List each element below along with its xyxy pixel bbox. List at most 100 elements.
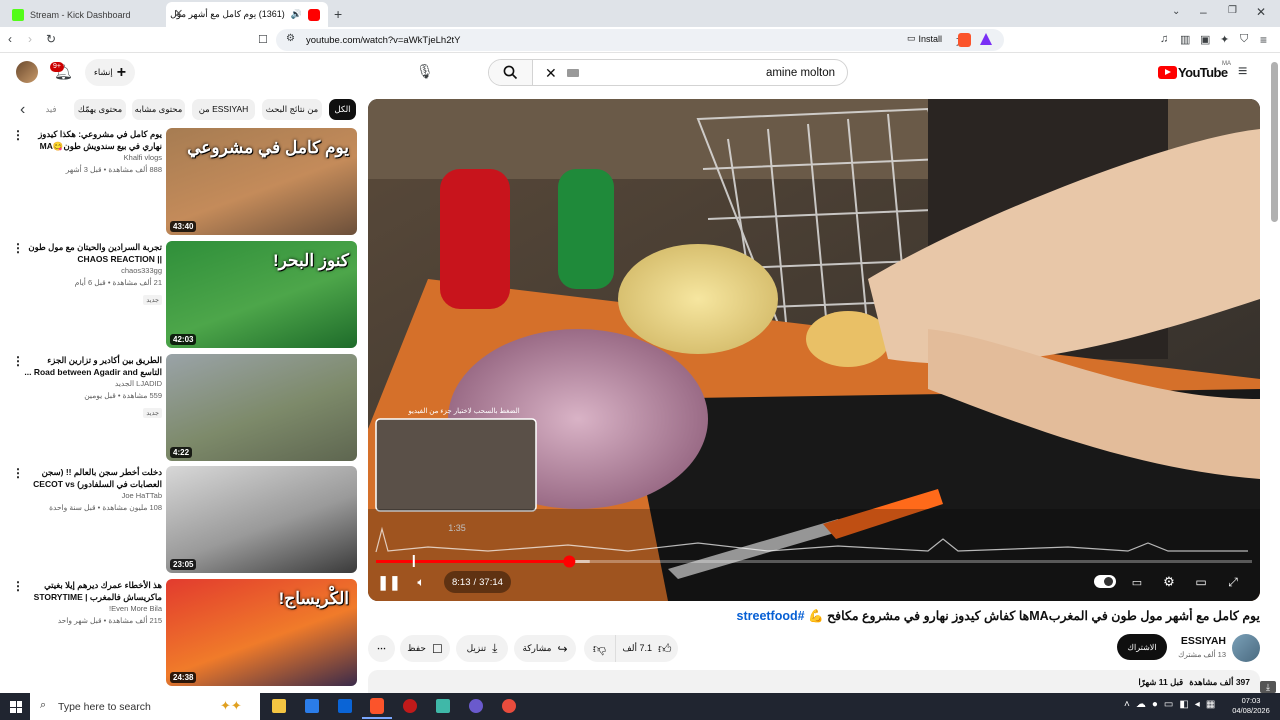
download-status-icon[interactable]: ⤓ — [1260, 681, 1276, 693]
recommended-video-card[interactable]: ⋮ يوم كامل في مشروعي: هكذا كيدوز نهاري في… — [0, 128, 360, 236]
tab-search-chevron-icon[interactable]: ⌄ — [1172, 6, 1180, 17]
search-input[interactable]: amine molton — [766, 67, 835, 79]
download-button[interactable]: ⤓ تنزيل — [456, 635, 508, 662]
chips-scroll-left-icon[interactable]: ‹ — [20, 101, 25, 119]
wallet-icon[interactable]: ▣ — [1200, 33, 1210, 46]
clock[interactable]: 07:03 04/08/2026 — [1226, 696, 1276, 716]
youtube-logo-text[interactable]: YouTube — [1178, 65, 1228, 80]
page-scrollbar[interactable] — [1271, 62, 1278, 222]
description-box[interactable]: 397 ألف مشاهدة قبل 11 شهرًا — [368, 670, 1260, 693]
more-options-icon[interactable]: ⋮ — [12, 129, 24, 141]
keyboard-icon[interactable]: ▦ — [1206, 699, 1215, 710]
hashtag-link[interactable]: #streetfood — [737, 609, 805, 623]
close-tab-icon[interactable]: ✕ — [174, 7, 183, 20]
dislike-button[interactable]: 👎︎ — [584, 635, 616, 662]
battery-icon[interactable]: ▭ — [1164, 699, 1173, 710]
chip-related[interactable]: محتوى مشابه — [132, 99, 185, 120]
file-explorer-icon[interactable] — [272, 699, 286, 713]
save-button[interactable]: ☐ حفظ — [400, 635, 450, 662]
media-icon[interactable]: ♫ — [1160, 33, 1168, 45]
create-button[interactable]: + إنشاء — [85, 59, 135, 86]
maximize-icon[interactable]: ❐ — [1228, 5, 1237, 16]
tab-kick-dashboard[interactable]: Stream - Kick Dashboard — [4, 2, 164, 27]
video-thumbnail[interactable]: الكْريساج! 24:38 — [166, 579, 357, 686]
keyboard-icon[interactable] — [567, 69, 579, 77]
video-title[interactable]: يوم كامل في مشروعي: هكذا كيدوز نهاري في … — [24, 128, 162, 152]
more-options-icon[interactable]: ⋮ — [12, 242, 24, 254]
channel-name[interactable]: Even More Bila! — [24, 603, 162, 615]
back-icon[interactable]: ‹ — [8, 32, 12, 46]
channel-name[interactable]: chaos333gg — [24, 265, 162, 277]
voice-search-icon[interactable]: 🎙︎ — [416, 63, 434, 80]
brave-shields-icon[interactable] — [958, 33, 971, 47]
more-options-icon[interactable]: ⋮ — [12, 467, 24, 479]
chip-from-channel[interactable]: من ESSIYAH — [192, 99, 255, 120]
network-icon[interactable]: ◧ — [1179, 699, 1188, 710]
mute-button[interactable]: 🔈︎ — [410, 571, 432, 593]
speaker-icon[interactable]: ◂ — [1195, 699, 1200, 710]
more-options-icon[interactable]: ⋮ — [12, 355, 24, 367]
address-bar[interactable]: ⚙ youtube.com/watch?v=aWkTjeLh2tY ▭ Inst… — [276, 29, 1004, 51]
subscribe-button[interactable]: الاشتراك — [1117, 634, 1167, 660]
settings-button[interactable]: ⚙ — [1158, 571, 1180, 593]
taskbar-search-box[interactable]: ⌕ Type here to search ✦✦ — [30, 693, 260, 720]
theater-mode-button[interactable]: ▭ — [1190, 571, 1212, 593]
channel-name[interactable]: LJADID الجديد — [24, 378, 162, 390]
brave-browser-icon[interactable] — [370, 698, 384, 714]
close-window-icon[interactable]: ✕ — [1256, 5, 1266, 19]
chip-more[interactable]: فيد — [40, 99, 62, 120]
app-icon-red[interactable] — [403, 699, 417, 713]
video-thumbnail[interactable]: 23:05 — [166, 466, 357, 573]
search-box[interactable]: ✕ amine molton — [488, 59, 848, 86]
minimize-icon[interactable]: – — [1200, 5, 1207, 19]
video-thumbnail[interactable]: يوم كامل في مشروعي 43:40 — [166, 128, 357, 235]
microsoft-store-icon[interactable] — [305, 699, 319, 713]
install-button[interactable]: ▭ Install — [907, 33, 942, 44]
mail-icon[interactable] — [338, 699, 352, 713]
youtube-logo-icon[interactable] — [1158, 66, 1177, 79]
new-tab-icon[interactable]: + — [334, 6, 342, 22]
app-icon-teal[interactable] — [436, 699, 450, 713]
bookmark-icon[interactable]: ☐ — [258, 33, 268, 46]
chip-from-search[interactable]: من نتائج البحث — [262, 99, 322, 120]
more-actions-button[interactable]: ⋯ — [368, 635, 395, 662]
forward-icon[interactable]: › — [28, 32, 32, 46]
video-title[interactable]: تجربة السرادين والحيتان مع مول طون || CH… — [24, 241, 162, 265]
subtitles-button[interactable]: ▭ — [1126, 571, 1148, 593]
chip-for-you[interactable]: محتوى يهمّك — [74, 99, 126, 120]
cloud-icon[interactable]: ☁ — [1136, 699, 1146, 710]
vpn-icon[interactable]: ⛉ — [1240, 33, 1248, 46]
microphone-icon[interactable]: ● — [1152, 699, 1158, 710]
recommended-video-card[interactable]: ⋮ تجربة السرادين والحيتان مع مول طون || C… — [0, 241, 360, 349]
video-title[interactable]: الطريق بين أكادير و تزارين الجزء التاسع … — [24, 354, 162, 378]
avatar[interactable] — [16, 61, 38, 83]
fullscreen-button[interactable]: ⤢ — [1222, 571, 1244, 593]
tab-youtube-video[interactable]: ✕ 🔊 (1361) يوم كامل مع أشهر مول — [166, 2, 328, 27]
leo-ai-icon[interactable]: ✦ — [1220, 33, 1229, 46]
pause-button[interactable]: ❚❚ — [377, 571, 400, 593]
recommended-video-card[interactable]: ⋮ دخلت أخطر سجن بالعالم !! (سجن العصابات … — [0, 466, 360, 574]
system-tray[interactable]: ˄ ☁ ● ▭ ◧ ◂ ▦ — [1124, 699, 1215, 710]
windows-start-icon[interactable] — [10, 701, 22, 713]
app-icon-record[interactable] — [502, 699, 516, 713]
guide-menu-icon[interactable]: ≡ — [1238, 63, 1247, 81]
recommended-video-card[interactable]: ⋮ هذ الأخطاء عمرك ديرهم إيلا بغيتي ماكريس… — [0, 579, 360, 687]
channel-name[interactable]: Joe HaTTab — [24, 490, 162, 502]
channel-name[interactable]: Khalfi vlogs — [24, 152, 162, 164]
chevron-up-icon[interactable]: ˄ — [1124, 699, 1130, 710]
menu-icon[interactable]: ≡ — [1260, 33, 1267, 47]
audio-playing-icon[interactable]: 🔊 — [291, 9, 302, 20]
app-icon-purple[interactable] — [469, 699, 483, 713]
brave-rewards-icon[interactable] — [980, 33, 992, 45]
more-options-icon[interactable]: ⋮ — [12, 580, 24, 592]
video-title[interactable]: دخلت أخطر سجن بالعالم !! (سجن العصابات ف… — [24, 466, 162, 490]
video-thumbnail[interactable]: كنوز البحر! 42:03 — [166, 241, 357, 348]
site-info-icon[interactable]: ⚙ — [286, 33, 295, 44]
clear-search-icon[interactable]: ✕ — [545, 65, 557, 82]
chip-all[interactable]: الكل — [329, 99, 356, 120]
video-player[interactable]: الضغط بالسحب لاختيار جزء من الفيديو 1:35… — [368, 99, 1260, 601]
like-button[interactable]: 👍︎ 7.1 ألف — [616, 635, 678, 662]
sidebar-icon[interactable]: ▥ — [1180, 33, 1190, 46]
video-thumbnail[interactable]: 4:22 — [166, 354, 357, 461]
channel-avatar[interactable] — [1232, 634, 1260, 662]
